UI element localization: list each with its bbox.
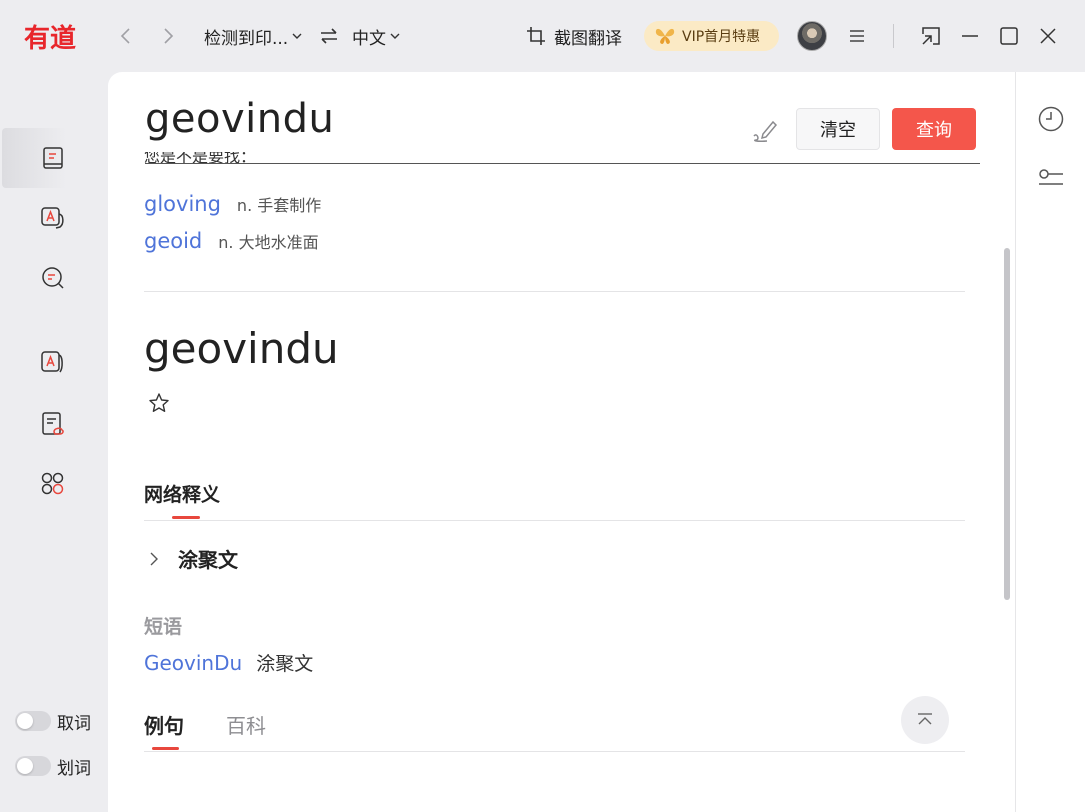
vip-label: VIP首月特惠 — [682, 29, 761, 45]
sidebar-item-apps[interactable] — [0, 454, 108, 514]
suggestion-item[interactable]: gloving n. 手套制作 — [144, 192, 321, 216]
close-icon[interactable] — [1038, 26, 1058, 46]
active-tab-underline — [152, 747, 179, 750]
select-word-label: 划词 — [57, 758, 91, 779]
vip-promo-button[interactable]: VIP首月特惠 — [644, 21, 779, 51]
back-to-top-button[interactable] — [901, 696, 949, 744]
sidebar-item-ai-search[interactable] — [0, 248, 108, 308]
swap-language-icon[interactable] — [318, 25, 340, 47]
clear-button[interactable]: 清空 — [796, 108, 880, 150]
right-toolbar — [1015, 72, 1085, 812]
back-icon — [120, 28, 130, 44]
section-divider — [144, 520, 965, 521]
capture-word-label: 取词 — [57, 713, 91, 734]
document-icon — [42, 412, 64, 435]
sidebar-item-dictionary[interactable] — [0, 128, 108, 188]
forward-button[interactable] — [156, 24, 180, 48]
word-book-icon — [41, 351, 63, 373]
mini-mode-icon[interactable] — [921, 26, 941, 46]
select-word-toggle[interactable]: 划词 — [15, 755, 91, 779]
phrase-item[interactable]: GeovinDu 涂聚文 — [144, 649, 313, 676]
butterfly-icon — [655, 28, 675, 44]
titlebar-divider — [893, 24, 894, 48]
section-divider — [144, 751, 965, 752]
suggestion-definition: n. 大地水准面 — [218, 233, 319, 252]
favorite-star-icon[interactable] — [148, 392, 170, 414]
suggestion-definition: n. 手套制作 — [236, 196, 322, 215]
apps-icon — [41, 472, 64, 495]
arrow-up-icon — [918, 713, 932, 725]
web-meaning-item[interactable]: 涂聚文 — [144, 544, 238, 573]
search-underline — [145, 163, 980, 164]
sidebar-item-document-translate[interactable] — [0, 394, 108, 454]
toggle-switch[interactable] — [15, 711, 51, 731]
suggestion-word[interactable]: gloving — [144, 192, 221, 216]
query-button[interactable]: 查询 — [892, 108, 976, 150]
settings-slider-icon[interactable] — [1036, 164, 1066, 194]
suggestion-word[interactable]: geoid — [144, 229, 202, 253]
title-bar: 有道 检测到印... 中文 截图翻译 VIP首月特惠 — [0, 0, 1085, 72]
ai-search-icon — [42, 267, 64, 289]
section-divider — [144, 291, 965, 292]
back-button[interactable] — [114, 24, 138, 48]
source-language-select[interactable]: 检测到印... — [204, 24, 302, 49]
crop-icon — [527, 27, 545, 45]
toggle-switch[interactable] — [15, 756, 51, 776]
suggestion-item[interactable]: geoid n. 大地水准面 — [144, 229, 319, 253]
web-meaning-underline — [172, 516, 200, 519]
minimize-icon[interactable] — [960, 26, 980, 46]
maximize-icon[interactable] — [999, 26, 1019, 46]
chevron-down-icon — [292, 33, 302, 39]
search-input[interactable]: geovindu — [145, 96, 334, 142]
phrase-definition: 涂聚文 — [256, 653, 314, 675]
screenshot-translate-label: 截图翻译 — [554, 28, 622, 49]
phrase-title: 短语 — [144, 616, 183, 638]
phrase-word[interactable]: GeovinDu — [144, 651, 242, 675]
youdao-logo: 有道 — [24, 23, 76, 52]
capture-word-toggle[interactable]: 取词 — [15, 710, 91, 734]
source-language-label: 检测到印... — [204, 28, 289, 49]
menu-icon[interactable] — [847, 26, 867, 46]
entry-tabs: 例句 百科 — [144, 710, 308, 739]
dictionary-icon — [43, 147, 63, 169]
chevron-right-icon[interactable] — [146, 551, 162, 567]
main-panel: geovindu 清空 查询 您是不是要找： gloving n. 手套制作 g… — [108, 72, 1015, 812]
forward-icon — [164, 28, 174, 44]
tab-examples[interactable]: 例句 — [144, 710, 184, 739]
logo-text: 有道 — [24, 23, 76, 52]
handwriting-icon[interactable] — [751, 116, 779, 144]
web-meaning-text: 涂聚文 — [178, 548, 238, 572]
sidebar-item-word-book[interactable] — [0, 332, 108, 392]
target-language-label: 中文 — [352, 28, 386, 49]
tab-encyclopedia[interactable]: 百科 — [226, 710, 266, 739]
history-icon[interactable] — [1036, 104, 1066, 134]
target-language-select[interactable]: 中文 — [352, 24, 400, 49]
chevron-down-icon — [390, 33, 400, 39]
user-avatar[interactable] — [797, 21, 827, 51]
screenshot-translate-button[interactable]: 截图翻译 — [526, 24, 622, 49]
translate-icon — [41, 207, 64, 229]
sidebar-item-translate[interactable] — [0, 188, 108, 248]
headword: geovindu — [144, 324, 339, 373]
web-meaning-title: 网络释义 — [144, 484, 221, 506]
scrollbar-thumb[interactable] — [1004, 248, 1010, 600]
